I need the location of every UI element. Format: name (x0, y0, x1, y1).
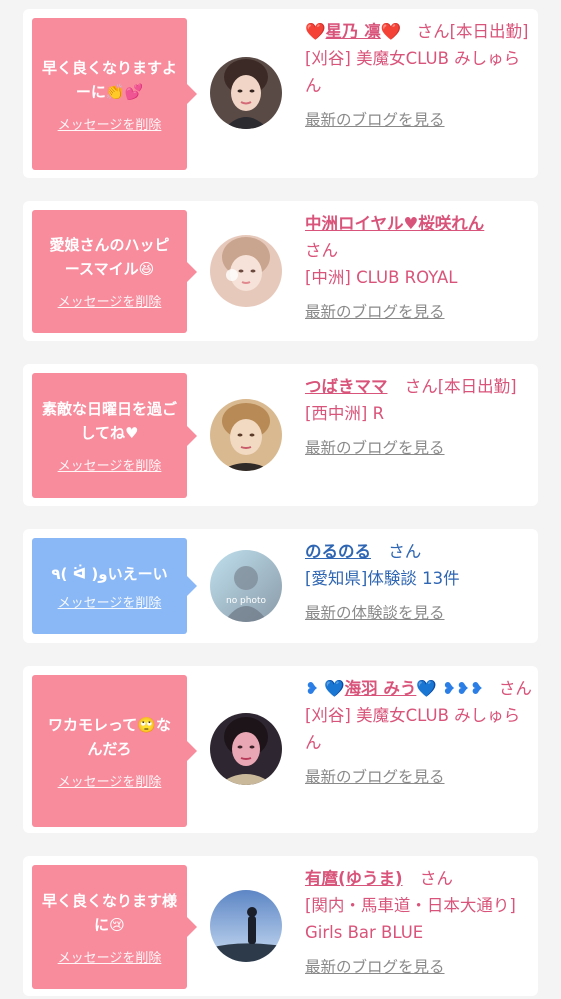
message-bubble: 素敵な日曜日を過ごしてね♥ メッセージを削除 (32, 373, 197, 498)
sender-name-link[interactable]: 中洲ロイヤル♥桜咲れん (305, 214, 484, 233)
status-text: [本日出勤] (449, 22, 529, 41)
honorific: さん (498, 679, 532, 698)
honorific: さん (388, 542, 422, 561)
honorific: さん (419, 869, 453, 888)
sender-info: 有麿(ゆうま) さん [関内・馬車道・日本大通り] Girls Bar BLUE… (305, 865, 533, 981)
name-suffix: 💙 ❥❥❥ (416, 679, 484, 698)
sender-name-link[interactable]: 星乃 凛 (326, 22, 381, 41)
message-card: 愛娘さんのハッピースマイル😆 メッセージを削除 中洲ロイヤル♥桜咲れん さん [… (23, 201, 538, 341)
sender-info: のるのる さん [愛知県]体験談 13件 最新の体験談を見る (305, 538, 533, 627)
honorific: さん (416, 22, 450, 41)
delete-message-link[interactable]: メッセージを削除 (58, 291, 162, 310)
avatar[interactable] (210, 235, 282, 307)
message-card: 素敵な日曜日を過ごしてね♥ メッセージを削除 つばきママ さん[本日出勤] [西… (23, 364, 538, 506)
no-photo-label: no photo (225, 596, 267, 606)
status-text: [本日出勤] (437, 377, 517, 396)
landscape-portrait-icon (210, 890, 282, 962)
name-suffix: ❤️ (380, 22, 402, 41)
latest-blog-link[interactable]: 最新のブログを見る (305, 954, 533, 981)
latest-blog-link[interactable]: 最新のブログを見る (305, 107, 533, 134)
message-bubble: 早く良くなりますよーに👏💕 メッセージを削除 (32, 18, 197, 170)
delete-message-link[interactable]: メッセージを削除 (58, 592, 162, 611)
no-photo-icon (210, 550, 282, 622)
sender-info: 中洲ロイヤル♥桜咲れん さん [中洲] CLUB ROYAL 最新のブログを見る (305, 210, 533, 326)
sender-name-link[interactable]: 海羽 みう (345, 679, 417, 698)
delete-message-link[interactable]: メッセージを削除 (58, 114, 162, 133)
delete-message-link[interactable]: メッセージを削除 (58, 771, 162, 790)
latest-blog-link[interactable]: 最新のブログを見る (305, 435, 533, 462)
message-card: 早く良くなります様に😢 メッセージを削除 有麿(ゆうま) さん [関内・馬車道・… (23, 856, 538, 996)
shop-link[interactable]: [関内・馬車道・日本大通り] Girls Bar BLUE (305, 896, 516, 942)
shop-link[interactable]: [刈谷] 美魔女CLUB みしゅらん (305, 706, 520, 752)
sender-info: ❥ 💙海羽 みう💙 ❥❥❥ さん [刈谷] 美魔女CLUB みしゅらん 最新のブ… (305, 675, 533, 791)
latest-review-link[interactable]: 最新の体験談を見る (305, 600, 533, 627)
message-card: 早く良くなりますよーに👏💕 メッセージを削除 ❤️星乃 凛❤️ さん[本日出勤]… (23, 9, 538, 178)
sender-info: つばきママ さん[本日出勤] [西中洲] R 最新のブログを見る (305, 373, 533, 462)
honorific: さん (305, 241, 338, 260)
message-bubble: 愛娘さんのハッピースマイル😆 メッセージを削除 (32, 210, 197, 333)
shop-link[interactable]: [中洲] CLUB ROYAL (305, 268, 457, 287)
avatar[interactable] (210, 57, 282, 129)
message-card: ٩( ᐛ )وいえーい メッセージを削除 no photo のるのる さん [愛… (23, 529, 538, 643)
name-prefix: ❥ 💙 (305, 679, 345, 698)
sender-info: ❤️星乃 凛❤️ さん[本日出勤] [刈谷] 美魔女CLUB みしゅらん 最新の… (305, 18, 533, 134)
message-list: 早く良くなりますよーに👏💕 メッセージを削除 ❤️星乃 凛❤️ さん[本日出勤]… (0, 0, 561, 999)
message-bubble: ٩( ᐛ )وいえーい メッセージを削除 (32, 538, 197, 634)
delete-message-link[interactable]: メッセージを削除 (58, 947, 162, 966)
message-text: ٩( ᐛ )وいえーい (51, 564, 168, 583)
shop-link[interactable]: [刈谷] 美魔女CLUB みしゅらん (305, 49, 520, 95)
message-text: 素敵な日曜日を過ごしてね♥ (42, 400, 178, 442)
name-prefix: ❤️ (305, 22, 326, 41)
delete-message-link[interactable]: メッセージを削除 (58, 455, 162, 474)
sender-name-link[interactable]: のるのる (305, 542, 371, 561)
woman-portrait-icon (210, 399, 282, 471)
latest-blog-link[interactable]: 最新のブログを見る (305, 299, 533, 326)
honorific: さん (404, 377, 438, 396)
review-count-link[interactable]: [愛知県]体験談 13件 (305, 569, 460, 588)
message-text: 早く良くなります様に😢 (42, 891, 178, 934)
latest-blog-link[interactable]: 最新のブログを見る (305, 764, 533, 791)
message-text: 早く良くなりますよーに👏💕 (42, 58, 178, 101)
message-bubble: 早く良くなります様に😢 メッセージを削除 (32, 865, 197, 989)
avatar[interactable]: no photo (210, 550, 282, 622)
message-text: 愛娘さんのハッピースマイル😆 (49, 236, 170, 278)
sender-name-link[interactable]: 有麿(ゆうま) (305, 869, 403, 888)
avatar[interactable] (210, 890, 282, 962)
woman-portrait-icon (210, 57, 282, 129)
woman-portrait-icon (210, 235, 282, 307)
avatar[interactable] (210, 713, 282, 785)
message-card: ワカモレって🙄なんだろ メッセージを削除 ❥ 💙海羽 みう💙 ❥❥❥ さん [刈… (23, 666, 538, 833)
sender-name-link[interactable]: つばきママ (305, 377, 388, 396)
message-text: ワカモレって🙄なんだろ (48, 715, 171, 758)
shop-link[interactable]: [西中洲] R (305, 404, 384, 423)
avatar[interactable] (210, 399, 282, 471)
message-bubble: ワカモレって🙄なんだろ メッセージを削除 (32, 675, 197, 827)
woman-portrait-icon (210, 713, 282, 785)
